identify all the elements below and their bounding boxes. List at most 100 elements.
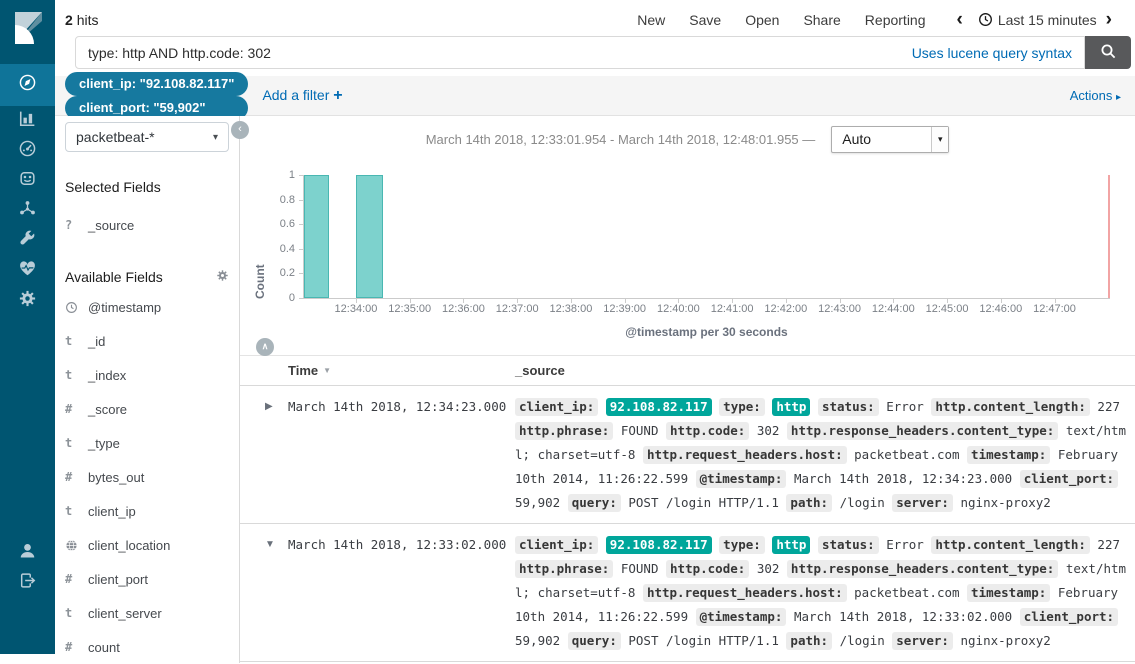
field-item-score[interactable]: #_score xyxy=(65,392,229,426)
exit-icon xyxy=(18,571,37,595)
nav-item-dev-tools[interactable] xyxy=(0,226,55,256)
time-forward-button[interactable]: › xyxy=(1097,11,1121,29)
field-key-badge: http.code: xyxy=(666,560,749,578)
top-menu: New Save Open Share Reporting xyxy=(613,12,925,28)
heartbeat-icon xyxy=(18,259,37,283)
nav-item-visualize[interactable] xyxy=(0,106,55,136)
field-item-bytesout[interactable]: #bytes_out xyxy=(65,460,229,494)
histogram-bar[interactable] xyxy=(356,175,383,298)
query-bar: Uses lucene query syntax xyxy=(75,36,1085,69)
clock-icon xyxy=(978,12,993,27)
actions-label: Actions xyxy=(1070,88,1113,103)
field-item-id[interactable]: t_id xyxy=(65,324,229,358)
field-value: 59,902 xyxy=(515,495,560,510)
nav-item-management[interactable] xyxy=(0,286,55,316)
collapse-sidebar-button[interactable]: ‹ xyxy=(231,121,249,139)
chart-time-range: March 14th 2018, 12:33:01.954 - March 14… xyxy=(426,132,816,147)
documents-table: Time▼ _source ▶March 14th 2018, 12:34:23… xyxy=(240,355,1135,662)
field-value: March 14th 2018, 12:34:23.000 xyxy=(794,471,1012,486)
compass-icon xyxy=(18,73,37,97)
filter-actions-button[interactable]: Actions ▸ xyxy=(1070,88,1121,103)
hits-label: hits xyxy=(77,12,99,28)
x-tick-label: 12:47:00 xyxy=(1033,303,1076,315)
nav-item-logout[interactable] xyxy=(0,568,55,598)
field-name: count xyxy=(88,640,120,655)
app-navbar xyxy=(0,0,55,654)
kibana-logo-icon xyxy=(7,7,49,49)
x-tick-label: 12:43:00 xyxy=(818,303,861,315)
field-name: _source xyxy=(88,218,134,233)
interval-select[interactable]: Auto ▾ xyxy=(831,126,949,153)
clock-icon xyxy=(65,301,88,314)
index-pattern-selector[interactable]: packetbeat-* ▾ xyxy=(65,122,229,152)
field-value: 302 xyxy=(757,561,780,576)
time-column-header[interactable]: Time▼ xyxy=(288,363,515,378)
field-key-badge: server: xyxy=(892,494,953,512)
field-key-badge: timestamp: xyxy=(967,584,1050,602)
collapse-row-icon[interactable]: ▼ xyxy=(265,539,275,550)
field-value: 227 xyxy=(1097,399,1120,414)
field-item-clientport[interactable]: #client_port xyxy=(65,562,229,596)
field-key-badge: http.content_length: xyxy=(931,536,1090,554)
y-tick-label: 0.4 xyxy=(263,243,295,255)
sort-caret-icon: ▼ xyxy=(323,366,331,375)
field-item-source[interactable]: ?_source xyxy=(65,208,229,242)
histogram-bar[interactable] xyxy=(304,175,329,298)
search-input[interactable] xyxy=(76,45,912,61)
navbar-items xyxy=(0,64,55,316)
time-range-button[interactable]: Last 15 minutes xyxy=(998,12,1097,28)
wrench-icon xyxy=(18,229,37,253)
field-item-clientlocation[interactable]: client_location xyxy=(65,528,229,562)
field-type-icon: t xyxy=(65,606,88,620)
field-settings-gear-icon[interactable] xyxy=(216,269,229,285)
histogram-plot: 10.80.60.40.2012:34:0012:35:0012:36:0012… xyxy=(303,175,1110,299)
field-item-clientip[interactable]: tclient_ip xyxy=(65,494,229,528)
field-key-badge: path: xyxy=(786,494,832,512)
x-tick-label: 12:38:00 xyxy=(549,303,592,315)
lucene-syntax-link[interactable]: Uses lucene query syntax xyxy=(912,45,1072,61)
field-value: FOUND xyxy=(621,423,659,438)
collapse-chart-button[interactable]: ∧ xyxy=(256,338,274,356)
expand-cell: ▶ xyxy=(240,395,288,515)
search-button[interactable] xyxy=(1085,36,1131,69)
field-value: 59,902 xyxy=(515,633,560,648)
time-back-button[interactable]: ‹ xyxy=(948,11,972,29)
field-key-badge: http.response_headers.content_type: xyxy=(787,560,1058,578)
expand-row-icon[interactable]: ▶ xyxy=(265,401,273,412)
x-tick-label: 12:42:00 xyxy=(764,303,807,315)
nav-item-account[interactable] xyxy=(0,538,55,568)
field-item-timestamp[interactable]: @timestamp xyxy=(65,290,229,324)
x-tick-label: 12:45:00 xyxy=(926,303,969,315)
field-item-type[interactable]: t_type xyxy=(65,426,229,460)
field-name: _score xyxy=(88,402,127,417)
y-tick-mark xyxy=(299,298,304,299)
field-type-icon: t xyxy=(65,504,88,518)
add-filter-button[interactable]: Add a filter + xyxy=(262,87,342,105)
nav-item-dashboard[interactable] xyxy=(0,136,55,166)
menu-new-button[interactable]: New xyxy=(637,12,665,28)
menu-open-button[interactable]: Open xyxy=(745,12,779,28)
field-item-count[interactable]: #count xyxy=(65,630,229,664)
filter-pill-0[interactable]: client_ip: "92.108.82.117" xyxy=(65,72,248,96)
filter-bar: client_ip: "92.108.82.117"client_port: "… xyxy=(55,76,1135,116)
field-item-clientserver[interactable]: tclient_server xyxy=(65,596,229,630)
y-tick-label: 0.6 xyxy=(263,218,295,230)
field-key-badge: client_port: xyxy=(1020,470,1118,488)
nav-item-discover[interactable] xyxy=(0,64,55,106)
menu-save-button[interactable]: Save xyxy=(689,12,721,28)
field-value: 227 xyxy=(1097,537,1120,552)
kibana-logo[interactable] xyxy=(0,0,55,55)
nav-item-timelion[interactable] xyxy=(0,166,55,196)
globe-icon xyxy=(65,539,88,552)
field-item-index[interactable]: t_index xyxy=(65,358,229,392)
field-key-badge: query: xyxy=(568,632,621,650)
menu-reporting-button[interactable]: Reporting xyxy=(865,12,926,28)
nav-item-machine-learning[interactable] xyxy=(0,196,55,226)
field-value: nginx-proxy2 xyxy=(961,495,1051,510)
field-name: _type xyxy=(88,436,120,451)
gauge-icon xyxy=(18,139,37,163)
nav-item-monitoring[interactable] xyxy=(0,256,55,286)
x-tick-label: 12:39:00 xyxy=(603,303,646,315)
menu-share-button[interactable]: Share xyxy=(803,12,840,28)
field-value: FOUND xyxy=(621,561,659,576)
